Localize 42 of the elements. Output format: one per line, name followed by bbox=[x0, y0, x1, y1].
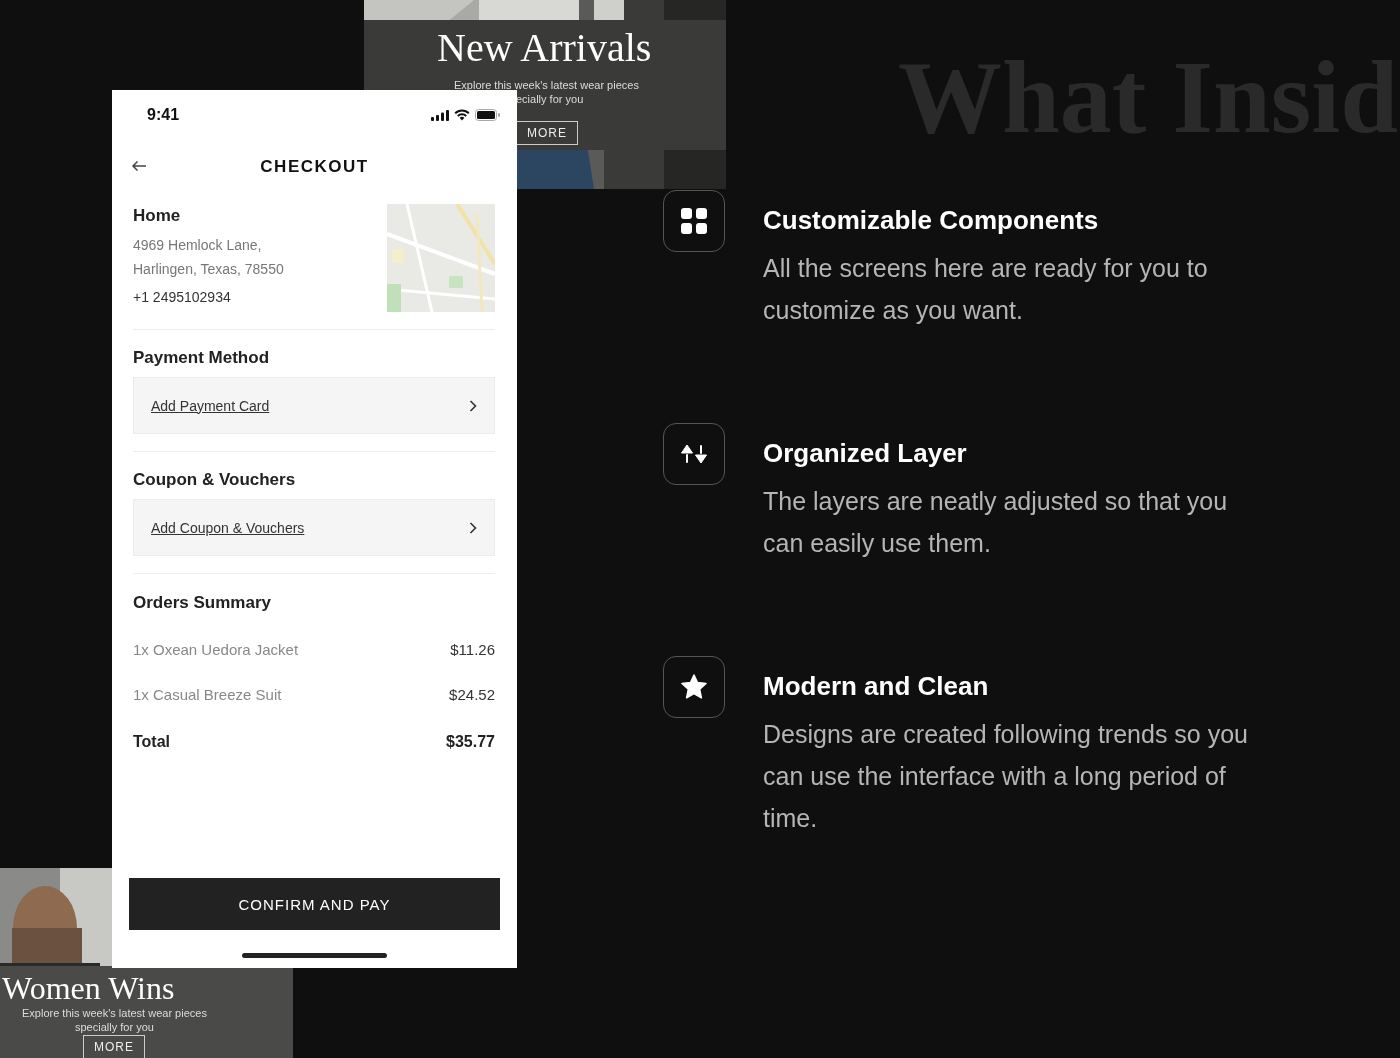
feature-description: Designs are created following trends so you can use the interface with a long period of time. bbox=[763, 719, 1249, 834]
section-title: Payment Method bbox=[133, 348, 271, 368]
banner-title: New Arrivals bbox=[437, 28, 652, 68]
banner-subtitle: Explore this week's latest wear pieces bbox=[22, 1008, 207, 1019]
row-link[interactable]: Add Coupon & Vouchers bbox=[151, 519, 305, 536]
signal-icon bbox=[431, 109, 449, 121]
address-line: 4969 Hemlock Lane, bbox=[133, 237, 263, 253]
sort-arrows-icon bbox=[681, 444, 707, 464]
banner-title: Women Wins bbox=[2, 972, 175, 1004]
selection-row[interactable]: Add Coupon & Vouchers bbox=[133, 499, 495, 556]
battery-icon bbox=[475, 109, 500, 121]
selection-row[interactable]: Add Payment Card bbox=[133, 377, 495, 434]
feature-description: All the screens here are ready for you to customize as you want. bbox=[763, 253, 1209, 326]
wifi-icon bbox=[454, 109, 470, 121]
screen-title: CHECKOUT bbox=[260, 157, 369, 177]
star-icon bbox=[681, 674, 707, 700]
item-name: 1x Casual Breeze Suit bbox=[133, 686, 282, 703]
address-line: Harlingen, Texas, 78550 bbox=[133, 261, 284, 277]
item-price: $11.26 bbox=[450, 641, 495, 658]
grid-icon bbox=[681, 208, 707, 234]
item-name: 1x Oxean Uedora Jacket bbox=[133, 641, 299, 658]
total-label: Total bbox=[133, 733, 171, 751]
feature-description: The layers are neatly adjusted so that you can easily use them. bbox=[763, 486, 1229, 559]
status-time: 9:41 bbox=[147, 106, 180, 124]
confirm-button[interactable]: CONFIRM AND PAY bbox=[129, 878, 500, 930]
item-price: $24.52 bbox=[449, 686, 495, 703]
banner-subtitle: specially for you bbox=[75, 1022, 154, 1033]
row-link[interactable]: Add Payment Card bbox=[151, 397, 270, 414]
chevron-right-icon bbox=[469, 521, 477, 534]
chevron-right-icon bbox=[469, 399, 477, 412]
banner-subtitle: Explore this week's latest wear pieces bbox=[454, 80, 639, 91]
back-arrow-icon[interactable] bbox=[131, 160, 147, 172]
address-label: Home bbox=[133, 206, 182, 226]
total-price: $35.77 bbox=[446, 733, 495, 751]
section-title: Coupon & Vouchers bbox=[133, 470, 297, 490]
section-title: Orders Summary bbox=[133, 593, 272, 613]
more-button[interactable]: MORE bbox=[83, 1035, 145, 1058]
feature-title: Organized Layer bbox=[763, 438, 968, 469]
phone-number: +1 2495102934 bbox=[133, 289, 232, 305]
banner-subtitle: ecially for you bbox=[516, 94, 584, 105]
feature-title: Modern and Clean bbox=[763, 671, 990, 702]
feature-title: Customizable Components bbox=[763, 205, 1100, 236]
